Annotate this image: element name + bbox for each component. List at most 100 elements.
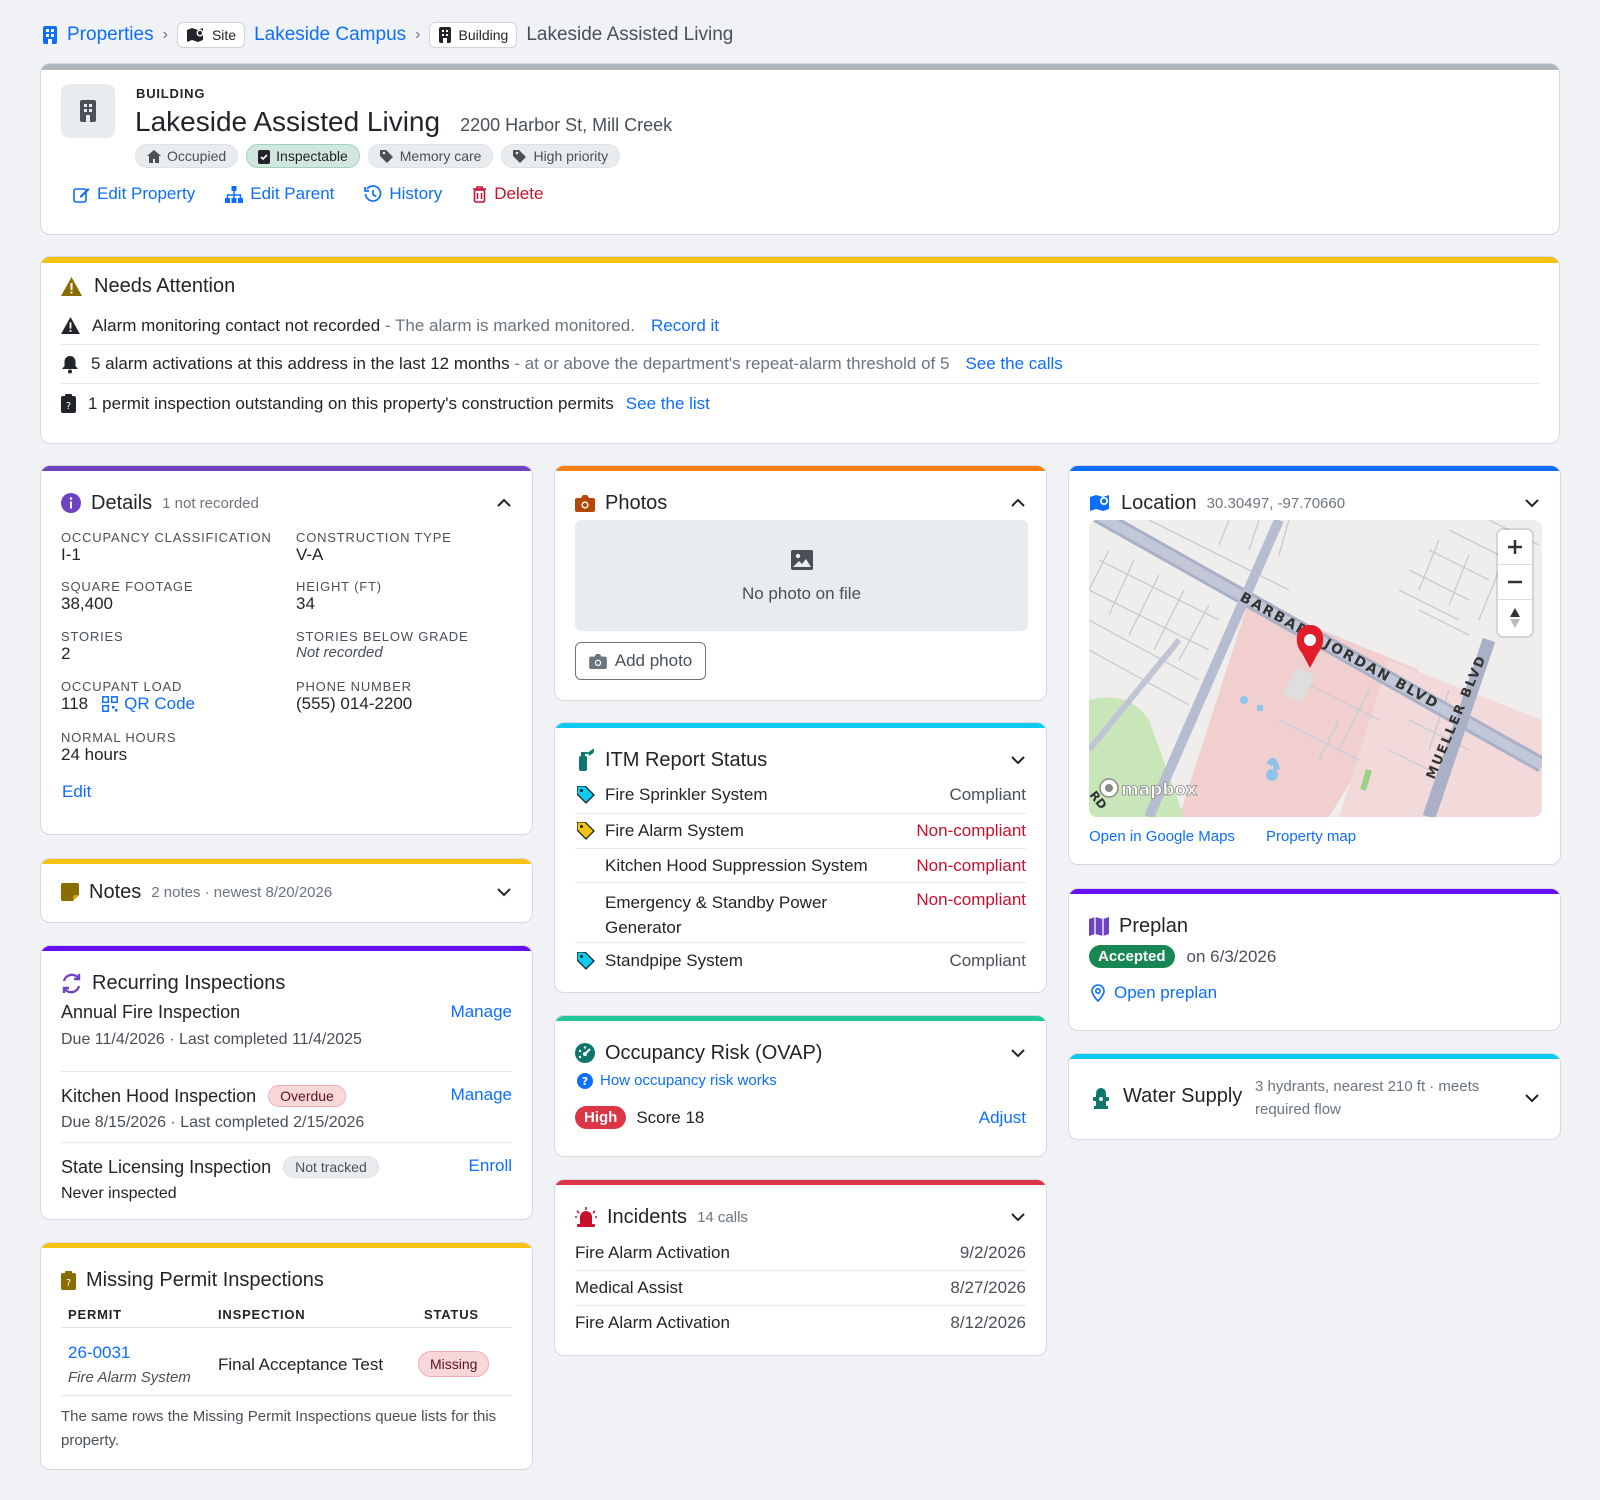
alert-triangle-icon bbox=[61, 317, 80, 334]
building-icon bbox=[438, 26, 452, 44]
add-photo-button[interactable]: Add photo bbox=[575, 642, 706, 680]
tag-occupied: Occupied bbox=[135, 144, 239, 168]
water-supply-card[interactable]: Water Supply 3 hydrants, nearest 210 ft … bbox=[1068, 1053, 1561, 1140]
attention-item: Alarm monitoring contact not recorded - … bbox=[61, 307, 1539, 345]
warning-icon bbox=[61, 277, 82, 296]
attention-list: Alarm monitoring contact not recorded - … bbox=[61, 307, 1539, 423]
occupant-load: 118 bbox=[61, 694, 89, 713]
list-item: Emergency & Standby Power Generator Non-… bbox=[575, 883, 1026, 943]
page-title: Lakeside Assisted Living bbox=[135, 106, 441, 137]
gauge-icon bbox=[575, 1043, 595, 1063]
chevron-down-icon[interactable] bbox=[1010, 1209, 1026, 1225]
inspection-item: Kitchen Hood Inspection Overdue Manage D… bbox=[61, 1072, 512, 1143]
open-google-maps-link[interactable]: Open in Google Maps bbox=[1089, 828, 1235, 845]
map-icon bbox=[186, 26, 206, 44]
photo-placeholder: No photo on file bbox=[575, 520, 1028, 631]
details-edit-link[interactable]: Edit bbox=[62, 782, 91, 802]
info-icon bbox=[61, 493, 81, 513]
permit-link[interactable]: 26-0031 bbox=[68, 1343, 130, 1363]
history-button[interactable]: History bbox=[364, 184, 442, 204]
status-text: Non-compliant bbox=[916, 856, 1026, 875]
needs-attention-card: Needs Attention Alarm monitoring contact… bbox=[40, 256, 1560, 444]
stories: 2 bbox=[61, 644, 71, 663]
construction-type: V-A bbox=[296, 545, 324, 564]
breadcrumb-site[interactable]: Lakeside Campus bbox=[254, 24, 406, 46]
tag-icon bbox=[577, 952, 595, 970]
help-icon: ? bbox=[577, 1072, 593, 1089]
property-address: 2200 Harbor St, Mill Creek bbox=[460, 115, 673, 135]
qr-code-icon bbox=[102, 696, 119, 712]
map-icon bbox=[1089, 493, 1111, 513]
manage-link[interactable]: Manage bbox=[451, 1002, 512, 1022]
chevron-up-icon[interactable] bbox=[496, 495, 512, 511]
open-preplan-link[interactable]: Open preplan bbox=[1091, 983, 1217, 1003]
status-text: Non-compliant bbox=[916, 821, 1026, 840]
building-chip: Building bbox=[429, 22, 518, 48]
qr-code-link[interactable]: QR Code bbox=[102, 694, 195, 714]
chevron-down-icon[interactable] bbox=[1524, 495, 1540, 511]
tag-list: Occupied Inspectable Memory care High pr… bbox=[135, 144, 621, 168]
table-row: 26-0031 Fire Alarm System Final Acceptan… bbox=[68, 1341, 512, 1391]
itm-report-status-card: ITM Report Status Fire Sprinkler System … bbox=[554, 722, 1047, 993]
hierarchy-icon bbox=[225, 185, 244, 203]
compass-button[interactable] bbox=[1498, 600, 1532, 635]
notes-card[interactable]: Notes 2 notes · newest 8/20/2026 bbox=[40, 858, 533, 923]
see-the-calls-link[interactable]: See the calls bbox=[965, 354, 1062, 374]
chevron-right-icon: › bbox=[415, 26, 421, 43]
chevron-down-icon[interactable] bbox=[1010, 752, 1026, 768]
sticky-note-icon bbox=[61, 883, 79, 901]
risk-score: Score 18 bbox=[636, 1107, 705, 1127]
adjust-link[interactable]: Adjust bbox=[979, 1108, 1026, 1128]
water-supply-title: Water Supply bbox=[1123, 1085, 1243, 1107]
zoom-in-button[interactable] bbox=[1498, 530, 1532, 565]
trash-icon bbox=[472, 185, 487, 203]
status-text: Compliant bbox=[949, 951, 1026, 970]
record-it-link[interactable]: Record it bbox=[651, 316, 719, 336]
details-card: Details 1 not recorded OCCUPANCY CLASSIF… bbox=[40, 465, 533, 835]
breadcrumb-properties[interactable]: Properties bbox=[67, 24, 154, 46]
status-text: Non-compliant bbox=[916, 890, 1026, 909]
property-map-link[interactable]: Property map bbox=[1266, 828, 1356, 845]
edit-parent-button[interactable]: Edit Parent bbox=[225, 184, 334, 204]
manage-link[interactable]: Manage bbox=[451, 1085, 512, 1105]
how-risk-works-link[interactable]: ? How occupancy risk works bbox=[577, 1072, 777, 1089]
chevron-down-icon[interactable] bbox=[1524, 1090, 1540, 1106]
enroll-link[interactable]: Enroll bbox=[469, 1156, 512, 1176]
water-supply-summary: 3 hydrants, nearest 210 ft · meets requi… bbox=[1255, 1078, 1480, 1118]
location-pin-icon bbox=[1091, 984, 1105, 1002]
chevron-up-icon[interactable] bbox=[1010, 495, 1026, 511]
list-item[interactable]: Fire Alarm Activation 9/2/2026 bbox=[575, 1236, 1026, 1271]
preplan-card: Preplan Accepted on 6/3/2026 Open prepla… bbox=[1068, 888, 1561, 1031]
list-item: Kitchen Hood Suppression System Non-comp… bbox=[575, 849, 1026, 883]
list-item[interactable]: Fire Alarm Activation 8/12/2026 bbox=[575, 1306, 1026, 1341]
clipboard-icon: ? bbox=[61, 1270, 76, 1290]
zoom-out-button[interactable] bbox=[1498, 565, 1532, 600]
recurring-inspections-card: Recurring Inspections Annual Fire Inspec… bbox=[40, 945, 533, 1220]
chevron-down-icon[interactable] bbox=[1010, 1045, 1026, 1061]
photos-card: Photos No photo on file Add photo bbox=[554, 465, 1047, 701]
refresh-icon bbox=[61, 973, 82, 994]
occupancy-risk-card: Occupancy Risk (OVAP) ? How occupancy ri… bbox=[554, 1015, 1047, 1157]
tag-icon bbox=[513, 149, 527, 163]
height-ft: 34 bbox=[296, 594, 315, 613]
property-type-label: BUILDING bbox=[136, 86, 206, 101]
map[interactable]: BARBARA JORDAN BLVD MUELLER BLVD RD mapb… bbox=[1089, 520, 1542, 817]
attention-item: ? 1 permit inspection outstanding on thi… bbox=[61, 384, 1539, 423]
chevron-down-icon[interactable] bbox=[496, 884, 512, 900]
missing-permit-inspections-card: ? Missing Permit Inspections PERMIT INSP… bbox=[40, 1242, 533, 1470]
clipboard-icon: ? bbox=[61, 394, 76, 413]
phone-number: (555) 014-2200 bbox=[296, 694, 413, 713]
property-header-card: BUILDING Lakeside Assisted Living 2200 H… bbox=[40, 63, 1560, 235]
delete-button[interactable]: Delete bbox=[472, 184, 543, 204]
tag-high-priority: High priority bbox=[501, 144, 621, 168]
edit-property-button[interactable]: Edit Property bbox=[73, 184, 195, 204]
list-item: Fire Alarm System Non-compliant bbox=[575, 814, 1026, 849]
occupancy-classification: I-1 bbox=[61, 545, 81, 564]
hydrant-icon bbox=[1093, 1087, 1109, 1109]
see-the-list-link[interactable]: See the list bbox=[626, 394, 710, 414]
site-chip: Site bbox=[176, 22, 246, 48]
incidents-card: Incidents 14 calls Fire Alarm Activation… bbox=[554, 1179, 1047, 1356]
risk-level-badge: High bbox=[575, 1106, 627, 1129]
list-item[interactable]: Medical Assist 8/27/2026 bbox=[575, 1271, 1026, 1306]
tag-memory-care: Memory care bbox=[367, 144, 494, 168]
